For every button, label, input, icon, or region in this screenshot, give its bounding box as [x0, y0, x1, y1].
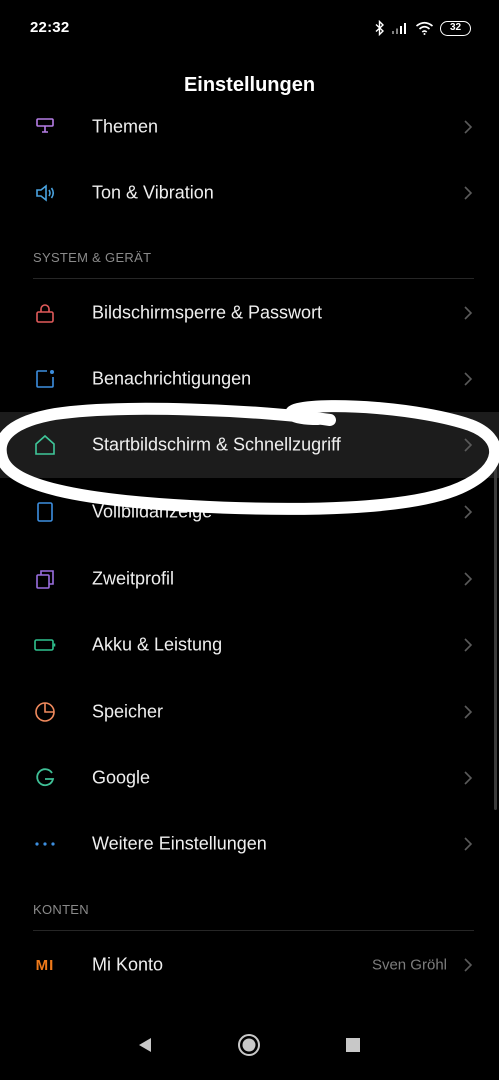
chevron-right-icon — [463, 437, 473, 453]
chevron-right-icon — [463, 770, 473, 786]
row-startbildschirm[interactable]: Startbildschirm & Schnellzugriff — [0, 412, 499, 478]
google-icon — [33, 766, 57, 790]
battery-icon — [33, 633, 57, 657]
chevron-right-icon — [463, 371, 473, 387]
chevron-right-icon — [463, 836, 473, 852]
chevron-right-icon — [463, 704, 473, 720]
scrollbar[interactable] — [494, 468, 497, 810]
more-dots-icon — [33, 832, 57, 856]
row-zweitprofil[interactable]: Zweitprofil — [0, 546, 499, 612]
page-title: Einstellungen — [183, 74, 316, 96]
status-icons: 32 — [375, 18, 471, 38]
row-label: Zweitprofil — [92, 568, 175, 589]
chevron-right-icon — [463, 185, 473, 201]
chevron-right-icon — [463, 305, 473, 321]
navigation-bar — [0, 1010, 499, 1080]
notification-icon — [33, 367, 57, 391]
account-name: Sven Gröhl — [371, 956, 447, 974]
row-label: Bildschirmsperre & Passwort — [92, 302, 323, 323]
battery-indicator: 32 — [440, 20, 471, 36]
row-label: Google — [92, 767, 151, 788]
speaker-icon — [33, 181, 57, 205]
settings-list[interactable]: Themen Ton & Vibration SYSTEM & GERÄT Bi… — [0, 0, 499, 1010]
row-label: Ton & Vibration — [92, 182, 214, 203]
row-label: Akku & Leistung — [92, 634, 223, 655]
row-label: Benachrichtigungen — [92, 368, 252, 389]
back-icon[interactable] — [138, 1037, 152, 1053]
row-benachrichtigungen[interactable]: Benachrichtigungen — [0, 346, 499, 412]
divider — [33, 278, 474, 279]
wifi-icon — [415, 21, 434, 36]
row-label: Vollbildanzeige — [92, 501, 213, 522]
row-akku-leistung[interactable]: Akku & Leistung — [0, 612, 499, 678]
signal-icon — [391, 21, 409, 35]
recents-icon[interactable] — [346, 1038, 360, 1052]
home-button-icon[interactable] — [237, 1033, 261, 1057]
row-label: Speicher — [92, 701, 164, 722]
divider — [33, 930, 474, 931]
row-label: Mi Konto — [92, 954, 164, 975]
chevron-right-icon — [463, 571, 473, 587]
chevron-right-icon — [463, 119, 473, 135]
row-label: Startbildschirm & Schnellzugriff — [92, 434, 341, 455]
row-ton-vibration[interactable]: Ton & Vibration — [0, 160, 499, 226]
row-mi-konto[interactable]: MI Mi Konto Sven Gröhl — [0, 932, 499, 998]
row-speicher[interactable]: Speicher — [0, 679, 499, 745]
bluetooth-icon — [375, 20, 385, 36]
chevron-right-icon — [463, 637, 473, 653]
status-bar: 22:32 32 — [0, 0, 499, 56]
mi-logo-text: MI — [35, 956, 55, 974]
row-label: Themen — [92, 116, 159, 137]
mi-logo-icon: MI — [33, 953, 57, 977]
theme-brush-icon — [33, 115, 57, 139]
fullscreen-icon — [33, 500, 57, 524]
storage-pie-icon — [33, 700, 57, 724]
lock-icon — [33, 301, 57, 325]
home-icon — [33, 433, 57, 457]
status-time: 22:32 — [30, 19, 70, 36]
section-header-system: SYSTEM & GERÄT — [33, 250, 152, 265]
row-google[interactable]: Google — [0, 745, 499, 811]
row-weitere-einstellungen[interactable]: Weitere Einstellungen — [0, 811, 499, 877]
section-header-konten: KONTEN — [33, 902, 89, 917]
row-label: Weitere Einstellungen — [92, 833, 267, 854]
chevron-right-icon — [463, 957, 473, 973]
row-bildschirmsperre[interactable]: Bildschirmsperre & Passwort — [0, 280, 499, 346]
dual-profile-icon — [33, 567, 57, 591]
chevron-right-icon — [463, 504, 473, 520]
row-vollbildanzeige[interactable]: Vollbildanzeige — [0, 479, 499, 545]
